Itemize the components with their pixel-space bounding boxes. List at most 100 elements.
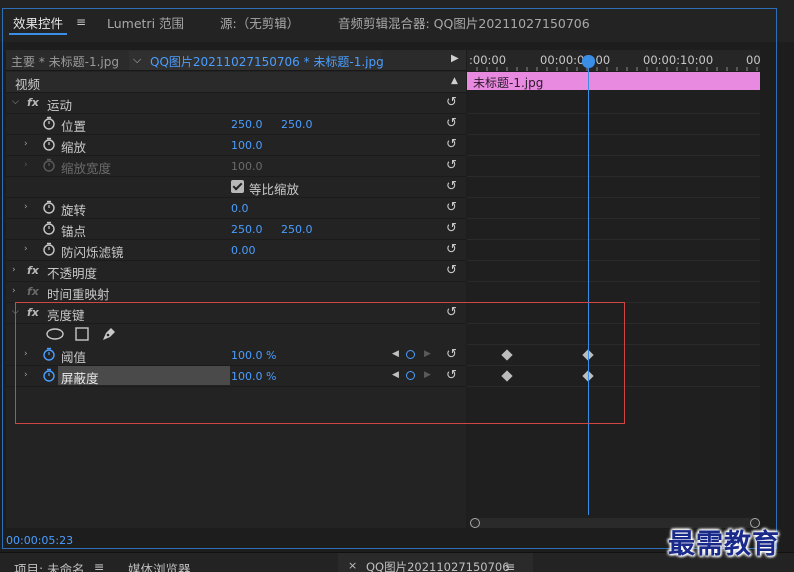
- stopwatch-icon[interactable]: [42, 242, 56, 256]
- tab-lumetri-scopes[interactable]: Lumetri 范围: [107, 13, 184, 32]
- collapse-up-icon[interactable]: ▲: [451, 76, 458, 86]
- property-label: 锚点: [61, 224, 87, 239]
- reset-icon[interactable]: ↺: [446, 347, 457, 362]
- effect-luma-key-row[interactable]: ⌵ fx 亮度键 ↺: [6, 303, 466, 324]
- tab-source[interactable]: 源:（无剪辑）: [220, 13, 299, 32]
- panel-menu-icon[interactable]: ≡: [76, 15, 86, 29]
- current-timecode[interactable]: 00:00:05:23: [6, 534, 73, 547]
- master-clip-label[interactable]: 主要 * 未标题-1.jpg: [11, 53, 119, 70]
- add-keyframe-icon[interactable]: [406, 371, 415, 380]
- close-icon[interactable]: ×: [348, 559, 357, 572]
- scale-value[interactable]: 100.0: [231, 139, 263, 152]
- reset-icon[interactable]: ↺: [446, 137, 457, 152]
- clip-selector[interactable]: ⌵ QQ图片20211027150706 * 未标题-1.jpg: [129, 51, 384, 70]
- prev-keyframe-icon[interactable]: ◀: [392, 370, 399, 380]
- stopwatch-icon[interactable]: [42, 200, 56, 214]
- chevron-right-icon[interactable]: ›: [24, 244, 28, 254]
- chevron-down-icon[interactable]: ⌵: [12, 307, 19, 317]
- ellipse-mask-icon[interactable]: [46, 328, 64, 343]
- threshold-value[interactable]: 100.0 %: [231, 349, 276, 362]
- timeline-row: [467, 282, 760, 303]
- tab-sequence[interactable]: QQ图片20211027150706: [366, 559, 510, 572]
- anti-flicker-value[interactable]: 0.00: [231, 244, 256, 257]
- effect-label: 不透明度: [47, 266, 98, 281]
- position-x-value[interactable]: 250.0: [231, 118, 263, 131]
- chevron-right-icon: ›: [24, 160, 28, 170]
- effect-label: 运动: [47, 98, 73, 113]
- stopwatch-active-icon[interactable]: [42, 347, 56, 361]
- clip-bar[interactable]: 未标题-1.jpg: [467, 72, 760, 90]
- fx-icon[interactable]: fx: [27, 264, 39, 277]
- chevron-right-icon[interactable]: ›: [24, 370, 28, 380]
- tab-project[interactable]: 项目: 未命名: [14, 559, 85, 572]
- watermark-logo: 最需教育: [668, 529, 780, 560]
- next-keyframe-icon[interactable]: ▶: [424, 370, 431, 380]
- reset-icon[interactable]: ↺: [446, 116, 457, 131]
- chevron-down-icon[interactable]: ⌵: [12, 97, 19, 107]
- property-anti-flicker-row: › 防闪烁滤镜 0.00 ↺: [6, 240, 466, 261]
- reset-icon[interactable]: ↺: [446, 305, 457, 320]
- effect-label: 时间重映射: [47, 287, 110, 302]
- zoom-handle-left[interactable]: [470, 518, 480, 528]
- chevron-right-icon[interactable]: ›: [24, 139, 28, 149]
- timeline-row: [467, 240, 760, 261]
- reset-icon[interactable]: ↺: [446, 221, 457, 236]
- next-keyframe-icon[interactable]: ▶: [424, 349, 431, 359]
- reset-icon[interactable]: ↺: [446, 200, 457, 215]
- panel-menu-icon[interactable]: ≡: [94, 559, 104, 572]
- panel-tab-bar: 效果控件 ≡ Lumetri 范围 源:（无剪辑） 音频剪辑混合器: QQ图片2…: [0, 0, 794, 42]
- play-triangle-icon[interactable]: ▶: [451, 53, 459, 64]
- position-y-value[interactable]: 250.0: [281, 118, 313, 131]
- rectangle-mask-icon[interactable]: [75, 327, 89, 344]
- reset-icon[interactable]: ↺: [446, 263, 457, 278]
- tab-effect-controls[interactable]: 效果控件: [13, 13, 63, 32]
- timeline-row-cutoff: [467, 366, 760, 387]
- fx-icon: fx: [27, 285, 39, 298]
- add-keyframe-icon[interactable]: [406, 350, 415, 359]
- keyframe-timeline[interactable]: :00:00 00:00:05:00 00:00:10:00 00 未标题-1.…: [467, 50, 761, 528]
- anchor-x-value[interactable]: 250.0: [231, 223, 263, 236]
- property-label: 旋转: [61, 203, 87, 218]
- time-ruler[interactable]: :00:00 00:00:05:00 00:00:10:00 00: [467, 50, 761, 71]
- chevron-down-icon[interactable]: ⌵: [133, 53, 141, 67]
- tab-media-browser[interactable]: 媒体浏览器: [128, 559, 191, 572]
- reset-icon[interactable]: ↺: [446, 368, 457, 383]
- effect-time-remap-row[interactable]: › fx 时间重映射: [6, 282, 466, 303]
- timeline-row: [467, 156, 760, 177]
- scale-width-value: 100.0: [231, 160, 263, 173]
- keyframe-diamond[interactable]: [501, 349, 513, 361]
- video-section-header: 视频 ▲: [6, 72, 466, 93]
- stopwatch-icon[interactable]: [42, 221, 56, 235]
- rotation-value[interactable]: 0.0: [231, 202, 249, 215]
- effect-opacity-row[interactable]: › fx 不透明度 ↺: [6, 261, 466, 282]
- reset-icon[interactable]: ↺: [446, 158, 457, 173]
- keyframe-diamond[interactable]: [501, 370, 513, 382]
- chevron-right-icon[interactable]: ›: [24, 202, 28, 212]
- property-scale-width-row: › 缩放宽度 100.0 ↺: [6, 156, 466, 177]
- chevron-right-icon[interactable]: ›: [12, 286, 16, 296]
- cutoff-value[interactable]: 100.0 %: [231, 370, 276, 383]
- anchor-y-value[interactable]: 250.0: [281, 223, 313, 236]
- fx-icon[interactable]: fx: [27, 306, 39, 319]
- pen-mask-icon[interactable]: [101, 326, 117, 345]
- stopwatch-icon[interactable]: [42, 137, 56, 151]
- effect-motion-row[interactable]: ⌵ fx 运动 ↺: [6, 93, 466, 114]
- reset-icon[interactable]: ↺: [446, 179, 457, 194]
- timeline-row: [467, 93, 760, 114]
- stopwatch-active-icon[interactable]: [42, 368, 56, 382]
- stopwatch-icon[interactable]: [42, 116, 56, 130]
- panel-menu-icon[interactable]: ≡: [505, 559, 515, 572]
- playhead-line[interactable]: [588, 60, 589, 515]
- chevron-right-icon[interactable]: ›: [24, 349, 28, 359]
- prev-keyframe-icon[interactable]: ◀: [392, 349, 399, 359]
- chevron-right-icon[interactable]: ›: [12, 265, 16, 275]
- property-label: 屏蔽度: [61, 371, 99, 386]
- clip-bar-label: 未标题-1.jpg: [473, 76, 544, 90]
- ruler-ticks: [476, 67, 758, 71]
- fx-icon[interactable]: fx: [27, 96, 39, 109]
- property-scale-row: › 缩放 100.0 ↺: [6, 135, 466, 156]
- reset-icon[interactable]: ↺: [446, 95, 457, 110]
- tab-audio-clip-mixer[interactable]: 音频剪辑混合器: QQ图片20211027150706: [338, 13, 590, 32]
- uniform-scale-checkbox[interactable]: [231, 180, 244, 193]
- reset-icon[interactable]: ↺: [446, 242, 457, 257]
